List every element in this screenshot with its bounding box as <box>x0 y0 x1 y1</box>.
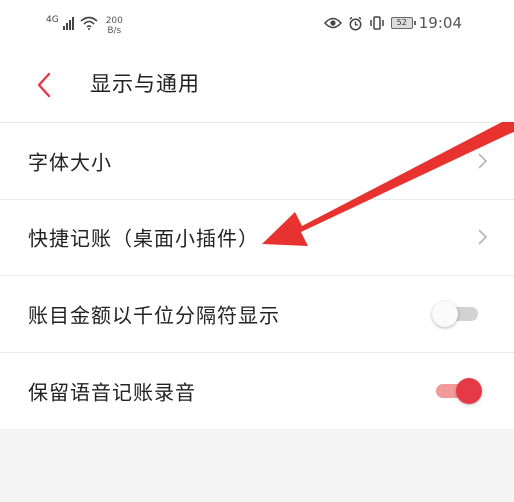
wifi-icon <box>80 16 98 30</box>
back-arrow-icon[interactable] <box>33 70 57 100</box>
network-type: 4G <box>46 15 59 25</box>
settings-item-label: 字体大小 <box>28 150 112 175</box>
alarm-icon <box>349 16 362 30</box>
settings-item-label: 快捷记账（桌面小插件） <box>28 226 259 251</box>
status-right: 52 19:04 <box>323 14 462 32</box>
network-speed-value: 200 <box>105 16 123 26</box>
toggle-knob <box>432 300 458 327</box>
nav-bar: 显示与通用 <box>0 50 514 122</box>
keep-voice-recording-toggle[interactable] <box>436 377 482 404</box>
network-speed: 200 B/s <box>106 16 123 36</box>
settings-item-thousands-separator: 账目金额以千位分隔符显示 <box>0 276 514 353</box>
battery-level: 52 <box>396 18 407 27</box>
eye-icon <box>323 17 342 29</box>
empty-background <box>0 430 514 502</box>
settings-item-quick-bookkeeping-widget[interactable]: 快捷记账（桌面小插件） <box>0 200 514 276</box>
settings-item-font-size[interactable]: 字体大小 <box>0 123 514 200</box>
signal-icon <box>62 16 74 30</box>
chevron-right-icon <box>478 229 488 245</box>
settings-list: 字体大小 快捷记账（桌面小插件） 账目金额以千位分隔符显示 保留语音记账录音 <box>0 122 514 429</box>
battery-icon: 52 <box>390 17 416 29</box>
vibrate-icon <box>370 16 384 30</box>
toggle-knob <box>456 377 482 404</box>
settings-item-label: 账目金额以千位分隔符显示 <box>28 303 280 328</box>
settings-item-label: 保留语音记账录音 <box>28 380 196 405</box>
chevron-right-icon <box>478 153 488 169</box>
page-title: 显示与通用 <box>90 72 200 96</box>
status-left: 4G 200 B/s <box>46 15 123 37</box>
status-time: 19:04 <box>418 14 462 32</box>
thousands-separator-toggle[interactable] <box>432 300 478 327</box>
status-bar: 4G 200 B/s 52 19:04 <box>0 0 514 50</box>
network-speed-unit: B/s <box>107 26 122 36</box>
settings-item-keep-voice-recording: 保留语音记账录音 <box>0 353 514 430</box>
